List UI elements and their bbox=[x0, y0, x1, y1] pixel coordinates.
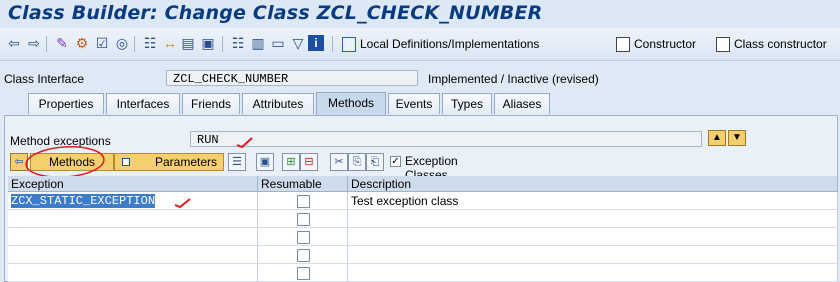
tab-properties[interactable]: Properties bbox=[28, 93, 104, 114]
resumable-cell bbox=[258, 210, 348, 228]
parameters-icon bbox=[122, 158, 130, 166]
tab-attributes[interactable]: Attributes bbox=[242, 93, 314, 114]
description-cell[interactable] bbox=[348, 210, 838, 228]
table-row bbox=[8, 210, 838, 228]
constructor-button[interactable]: Constructor bbox=[614, 35, 696, 53]
check-icon[interactable]: ☑ bbox=[94, 35, 110, 51]
resumable-cell bbox=[258, 192, 348, 210]
forward-arrow-icon[interactable]: ⇨ bbox=[26, 35, 42, 51]
class-constructor-label: Class constructor bbox=[734, 37, 827, 51]
resumable-checkbox[interactable] bbox=[297, 195, 310, 208]
class-interface-label: Class Interface bbox=[4, 72, 85, 86]
table-row: ZCX_STATIC_EXCEPTION Test exception clas… bbox=[8, 192, 838, 210]
tab-friends[interactable]: Friends bbox=[182, 93, 240, 114]
table-row bbox=[8, 228, 838, 246]
local-definitions-icon bbox=[342, 37, 356, 52]
description-cell[interactable]: Test exception class bbox=[348, 192, 838, 210]
title-bar: Class Builder: Change Class ZCL_CHECK_NU… bbox=[0, 0, 840, 28]
display-object-icon[interactable]: ▣ bbox=[200, 35, 216, 51]
copy-icon[interactable]: ⎘ bbox=[348, 153, 366, 171]
edit-icon[interactable]: ✎ bbox=[54, 35, 70, 51]
toolbar-separator bbox=[222, 36, 223, 52]
hierarchy-icon[interactable]: ☷ bbox=[142, 35, 158, 51]
red-check-annotation bbox=[174, 198, 191, 209]
insert-row-icon[interactable]: ⊞ bbox=[282, 153, 300, 171]
method-name-field[interactable]: RUN bbox=[190, 131, 702, 147]
resumable-cell bbox=[258, 228, 348, 246]
where-used-icon[interactable]: ◎ bbox=[114, 35, 130, 51]
local-definitions-label: Local Definitions/Implementations bbox=[360, 37, 540, 51]
tab-aliases[interactable]: Aliases bbox=[494, 93, 550, 114]
application-toolbar: ⇦ ⇨ ✎ ⚙ ☑ ◎ ☷ ↔ ▤ ▣ ☷ ▥ ▭ ▽ i Local Defi… bbox=[0, 28, 840, 61]
tab-interfaces[interactable]: Interfaces bbox=[106, 93, 180, 114]
exception-cell[interactable] bbox=[8, 210, 258, 228]
exception-name: ZCX_STATIC_EXCEPTION bbox=[11, 194, 156, 208]
description-cell[interactable] bbox=[348, 246, 838, 264]
detail-view-icon[interactable]: ▣ bbox=[256, 153, 274, 171]
activate-icon[interactable]: ⚙ bbox=[74, 35, 90, 51]
tab-methods[interactable]: Methods bbox=[316, 92, 386, 115]
resumable-checkbox[interactable] bbox=[297, 231, 310, 244]
document-icon bbox=[716, 37, 730, 52]
resumable-cell bbox=[258, 264, 348, 282]
document-icon bbox=[616, 37, 630, 52]
parameters-button[interactable]: Parameters bbox=[114, 153, 224, 171]
exceptions-table: Exception Resumable Description ZCX_STAT… bbox=[8, 176, 838, 282]
exception-cell[interactable]: ZCX_STATIC_EXCEPTION bbox=[8, 192, 258, 210]
scroll-up-button[interactable]: ▲ bbox=[708, 130, 726, 146]
info-icon[interactable]: i bbox=[308, 35, 324, 51]
red-check-annotation bbox=[236, 137, 253, 148]
toolbar-separator bbox=[332, 36, 333, 52]
structure-icon[interactable]: ▥ bbox=[250, 35, 266, 51]
exception-cell[interactable] bbox=[8, 228, 258, 246]
exception-cell[interactable] bbox=[8, 246, 258, 264]
filter-icon[interactable]: ▽ bbox=[290, 35, 306, 51]
delete-row-icon[interactable]: ⊟ bbox=[300, 153, 318, 171]
window-title: Class Builder: Change Class ZCL_CHECK_NU… bbox=[8, 2, 543, 24]
paste-icon[interactable]: ⎗ bbox=[366, 153, 384, 171]
tab-types[interactable]: Types bbox=[442, 93, 492, 114]
list-icon[interactable]: ☰ bbox=[228, 153, 246, 171]
exception-classes-checkbox[interactable]: ✓ bbox=[390, 156, 401, 167]
scroll-down-button[interactable]: ▼ bbox=[728, 130, 746, 146]
cut-icon[interactable]: ✂ bbox=[330, 153, 348, 171]
class-interface-field[interactable]: ZCL_CHECK_NUMBER bbox=[166, 70, 418, 86]
resumable-cell bbox=[258, 246, 348, 264]
tab-events[interactable]: Events bbox=[388, 93, 440, 114]
table-row bbox=[8, 246, 838, 264]
status-text: Implemented / Inactive (revised) bbox=[428, 72, 599, 86]
table-row bbox=[8, 264, 838, 282]
class-constructor-button[interactable]: Class constructor bbox=[714, 35, 827, 53]
column-header-description[interactable]: Description bbox=[348, 176, 838, 192]
local-definitions-button[interactable]: Local Definitions/Implementations bbox=[340, 35, 539, 53]
resumable-checkbox[interactable] bbox=[297, 213, 310, 226]
column-header-resumable[interactable]: Resumable bbox=[258, 176, 348, 192]
column-header-exception[interactable]: Exception bbox=[8, 176, 258, 192]
resumable-checkbox[interactable] bbox=[297, 249, 310, 262]
object-list-icon[interactable]: ↔ bbox=[162, 35, 178, 51]
toolbar-separator bbox=[46, 36, 47, 52]
toolbar-separator bbox=[134, 36, 135, 52]
exception-cell[interactable] bbox=[8, 264, 258, 282]
layout-icon[interactable]: ☷ bbox=[230, 35, 246, 51]
parameters-label: Parameters bbox=[154, 155, 217, 169]
description-cell[interactable] bbox=[348, 228, 838, 246]
window-icon[interactable]: ▭ bbox=[270, 35, 286, 51]
back-arrow-icon[interactable]: ⇦ bbox=[6, 35, 22, 51]
resumable-checkbox[interactable] bbox=[297, 267, 310, 280]
description-cell[interactable] bbox=[348, 264, 838, 282]
enhance-icon[interactable]: ▤ bbox=[180, 35, 196, 51]
constructor-label: Constructor bbox=[634, 37, 697, 51]
